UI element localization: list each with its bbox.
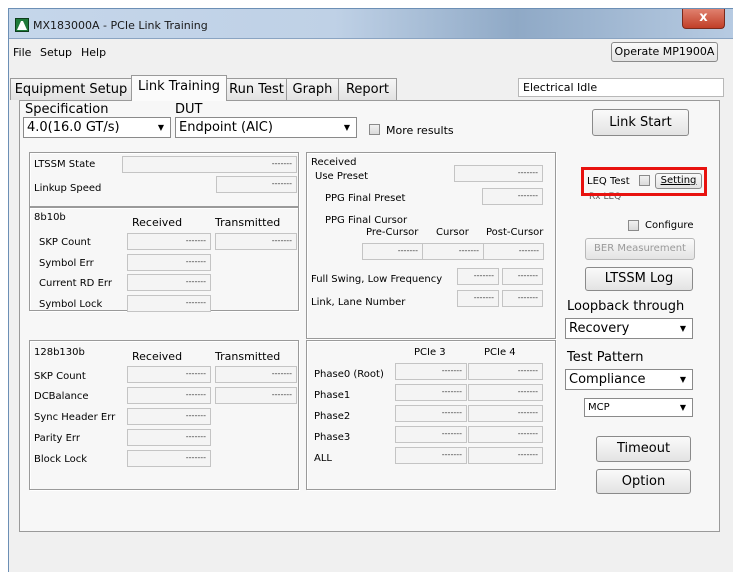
specification-value: 4.0(16.0 GT/s) [27, 120, 120, 135]
8b10b-skp-count-label: SKP Count [39, 237, 91, 248]
dut-value: Endpoint (AIC) [179, 120, 273, 135]
link-number-field: ------- [457, 290, 499, 307]
ppg-final-preset-field: ------- [482, 188, 543, 205]
8b10b-received-header: Received [132, 216, 183, 229]
128b130b-block-lock-label: Block Lock [34, 454, 88, 465]
specification-select[interactable]: 4.0(16.0 GT/s) ▼ [23, 117, 171, 138]
ltssm-state-field: ------- [122, 156, 297, 173]
loopback-select[interactable]: Recovery ▼ [565, 318, 693, 339]
use-preset-label: Use Preset [315, 171, 369, 182]
loopback-value: Recovery [569, 321, 630, 336]
configure-label: Configure [645, 220, 694, 231]
phase3-pcie4-field: ------- [468, 426, 543, 443]
chevron-down-icon: ▼ [343, 123, 350, 132]
pcie4-header: PCIe 4 [484, 347, 516, 358]
128b130b-parity-err-label: Parity Err [34, 433, 80, 444]
pre-cursor-field: ------- [362, 243, 423, 260]
8b10b-symbol-err-received: ------- [127, 254, 211, 271]
128b130b-block-lock-received: ------- [127, 450, 211, 467]
dut-select[interactable]: Endpoint (AIC) ▼ [175, 117, 357, 138]
128b130b-sync-header-err-received: ------- [127, 408, 211, 425]
application-window: MX183000A - PCIe Link Training x File Se… [8, 8, 733, 572]
test-pattern-value: Compliance [569, 372, 646, 387]
128b130b-skp-count-label: SKP Count [34, 371, 86, 382]
post-cursor-header: Post-Cursor [486, 227, 544, 238]
phase3-label: Phase3 [314, 432, 351, 443]
cursor-field: ------- [422, 243, 484, 260]
cursor-header: Cursor [436, 227, 469, 238]
8b10b-symbol-err-label: Symbol Err [39, 258, 94, 269]
pre-cursor-header: Pre-Cursor [366, 227, 419, 238]
ppg-final-preset-label: PPG Final Preset [325, 193, 406, 204]
test-pattern-label: Test Pattern [567, 350, 644, 365]
128b130b-dcbalance-transmitted: ------- [215, 387, 297, 404]
lane-number-field: ------- [502, 290, 543, 307]
128b130b-sync-header-err-label: Sync Header Err [34, 412, 116, 423]
link-start-button[interactable]: Link Start [592, 109, 689, 136]
chevron-down-icon: ▼ [679, 324, 686, 333]
128b130b-received-header: Received [132, 350, 183, 363]
pattern-subtype-value: MCP [588, 402, 610, 413]
8b10b-skp-transmitted: ------- [215, 233, 297, 250]
128b130b-skp-transmitted: ------- [215, 366, 297, 383]
highlight-box [581, 167, 707, 196]
8b10b-transmitted-header: Transmitted [215, 216, 281, 229]
linkup-speed-label: Linkup Speed [34, 183, 102, 194]
specification-label: Specification [25, 102, 109, 117]
8b10b-current-rd-err-received: ------- [127, 274, 211, 291]
ltssm-state-label: LTSSM State [34, 159, 96, 170]
full-swing-label: Full Swing, Low Frequency [311, 274, 443, 285]
8b10b-symbol-lock-label: Symbol Lock [39, 299, 103, 310]
configure-checkbox[interactable] [628, 220, 639, 231]
128b130b-transmitted-header: Transmitted [215, 350, 281, 363]
128b130b-parity-err-received: ------- [127, 429, 211, 446]
phase2-pcie3-field: ------- [395, 405, 467, 422]
more-results-label: More results [386, 124, 454, 137]
phase1-pcie4-field: ------- [468, 384, 543, 401]
8b10b-current-rd-err-label: Current RD Err [39, 278, 112, 289]
timeout-button[interactable]: Timeout [596, 436, 691, 462]
8b10b-symbol-lock-received: ------- [127, 295, 211, 312]
phase2-pcie4-field: ------- [468, 405, 543, 422]
128b130b-dcbalance-received: ------- [127, 387, 211, 404]
phase3-pcie3-field: ------- [395, 426, 467, 443]
128b130b-title: 128b130b [34, 347, 85, 358]
chevron-down-icon: ▼ [157, 123, 164, 132]
low-frequency-field: ------- [502, 268, 543, 285]
more-results-checkbox[interactable] [369, 124, 380, 135]
link-lane-number-label: Link, Lane Number [311, 297, 406, 308]
test-pattern-select[interactable]: Compliance ▼ [565, 369, 693, 390]
phase0-pcie4-field: ------- [468, 363, 543, 380]
pcie3-header: PCIe 3 [414, 347, 446, 358]
phase1-label: Phase1 [314, 390, 351, 401]
full-swing-field: ------- [457, 268, 499, 285]
all-phases-label: ALL [314, 453, 332, 464]
chevron-down-icon: ▼ [679, 375, 686, 384]
post-cursor-field: ------- [483, 243, 544, 260]
phase0-pcie3-field: ------- [395, 363, 467, 380]
ber-measurement-button[interactable]: BER Measurement [585, 238, 695, 260]
128b130b-dcbalance-label: DCBalance [34, 391, 89, 402]
use-preset-field: ------- [454, 165, 543, 182]
pattern-subtype-select[interactable]: MCP ▼ [584, 398, 693, 417]
phase2-label: Phase2 [314, 411, 351, 422]
phase0-label: Phase0 (Root) [314, 369, 384, 380]
loopback-through-label: Loopback through [567, 299, 685, 314]
chevron-down-icon: ▼ [679, 403, 686, 412]
phase1-pcie3-field: ------- [395, 384, 467, 401]
ppg-final-cursor-label: PPG Final Cursor [325, 215, 408, 226]
option-button[interactable]: Option [596, 469, 691, 494]
linkup-speed-field: ------- [216, 176, 297, 193]
all-pcie4-field: ------- [468, 447, 543, 464]
8b10b-skp-received: ------- [127, 233, 211, 250]
dut-label: DUT [175, 102, 203, 117]
ltssm-log-button[interactable]: LTSSM Log [585, 267, 693, 291]
8b10b-title: 8b10b [34, 212, 66, 223]
received-title: Received [311, 157, 357, 168]
all-pcie3-field: ------- [395, 447, 467, 464]
128b130b-skp-received: ------- [127, 366, 211, 383]
